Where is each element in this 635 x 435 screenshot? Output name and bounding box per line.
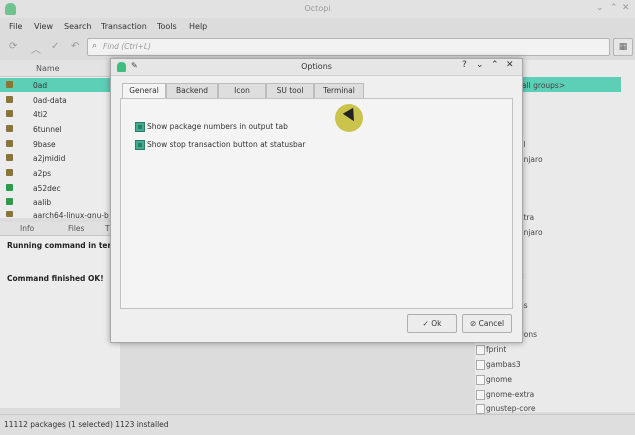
bottom-tabbar: [0, 222, 120, 236]
package-name: 0ad: [33, 81, 48, 90]
search-icon: ⌕: [92, 41, 98, 51]
sync-icon[interactable]: ⟳: [9, 41, 17, 52]
package-name: a2ps: [33, 169, 52, 178]
package-name: 9base: [33, 140, 56, 149]
close-icon[interactable]: ✕: [622, 3, 630, 13]
group-item[interactable]: gnustep-core: [486, 404, 535, 413]
group-icon: [476, 360, 485, 370]
package-name: a52dec: [33, 184, 61, 193]
search-input[interactable]: [87, 38, 610, 56]
status-text: 11112 packages (1 selected) 1123 install…: [4, 420, 169, 429]
ok-button[interactable]: ✓ Ok: [407, 314, 457, 333]
label-package-numbers: Show package numbers in output tab: [147, 122, 288, 131]
dialog-maximize-icon[interactable]: ⌃: [491, 60, 499, 70]
package-icon: [6, 96, 13, 103]
menu-file[interactable]: File: [9, 22, 22, 31]
cancel-icon: ⊘: [469, 319, 479, 328]
search-placeholder: Find (Ctrl+L): [103, 42, 151, 51]
dialog-close-icon[interactable]: ✕: [506, 60, 514, 70]
chevron-up-icon[interactable]: ︿: [31, 41, 41, 56]
column-header-name[interactable]: Name: [36, 64, 60, 73]
package-icon: [6, 110, 13, 117]
menu-tools[interactable]: Tools: [157, 22, 177, 31]
package-icon: [6, 169, 13, 176]
menu-help[interactable]: Help: [189, 22, 207, 31]
group-icon: [476, 345, 485, 355]
tab-info[interactable]: Info: [20, 224, 34, 233]
checkbox-stop-transaction[interactable]: [135, 140, 145, 150]
grid-view-button[interactable]: ▦: [613, 38, 633, 56]
cancel-button[interactable]: ⊘ Cancel: [462, 314, 512, 333]
minimize-icon[interactable]: ⌄: [596, 3, 604, 13]
group-icon: [476, 390, 485, 400]
check-icon[interactable]: ✓: [51, 41, 59, 52]
group-icon: [476, 404, 485, 414]
installed-icon: [6, 198, 13, 205]
checkbox-package-numbers[interactable]: [135, 122, 145, 132]
dialog-title: Options: [301, 62, 332, 71]
package-name: aalib: [33, 198, 52, 207]
package-name: 4ti2: [33, 110, 48, 119]
info-output-area: [0, 236, 120, 408]
tab-su-tool[interactable]: SU tool: [266, 83, 314, 99]
label-stop-transaction: Show stop transaction button at statusba…: [147, 140, 306, 149]
info-finished-line: Command finished OK!: [7, 274, 104, 283]
package-icon: [6, 140, 13, 147]
package-icon: [6, 154, 13, 161]
menu-transaction[interactable]: Transaction: [101, 22, 147, 31]
menu-search[interactable]: Search: [64, 22, 91, 31]
package-name: 0ad-data: [33, 96, 67, 105]
tab-terminal-options[interactable]: Terminal: [314, 83, 364, 99]
maximize-icon[interactable]: ⌃: [610, 3, 618, 13]
tab-files[interactable]: Files: [68, 224, 84, 233]
package-name: a2jmidid: [33, 154, 66, 163]
ok-label: Ok: [431, 319, 442, 328]
package-name: 6tunnel: [33, 125, 62, 134]
package-name: aarch64-linux-gnu-b: [33, 211, 109, 218]
group-item[interactable]: gambas3: [486, 360, 521, 369]
groups-selected-label: all groups>: [522, 81, 566, 90]
group-item[interactable]: fprint: [486, 345, 506, 354]
tab-icon[interactable]: Icon: [218, 83, 266, 99]
package-icon: [6, 81, 13, 88]
dialog-help-button[interactable]: ?: [462, 60, 467, 70]
package-icon: [6, 211, 13, 217]
group-icon: [476, 375, 485, 385]
tab-backend[interactable]: Backend: [166, 83, 218, 99]
undo-icon[interactable]: ↶: [71, 41, 79, 52]
info-running-line: Running command in term: [7, 241, 119, 250]
main-window-title: Octopi: [304, 4, 331, 13]
package-icon: [6, 125, 13, 132]
dialog-minimize-icon[interactable]: ⌄: [476, 60, 484, 70]
menu-view[interactable]: View: [34, 22, 53, 31]
installed-icon: [6, 184, 13, 191]
tab-terminal[interactable]: T: [105, 224, 110, 233]
group-item[interactable]: gnome: [486, 375, 512, 384]
group-item[interactable]: gnome-extra: [486, 390, 534, 399]
cancel-label: Cancel: [478, 319, 505, 328]
ok-check-icon: ✓: [422, 319, 432, 328]
